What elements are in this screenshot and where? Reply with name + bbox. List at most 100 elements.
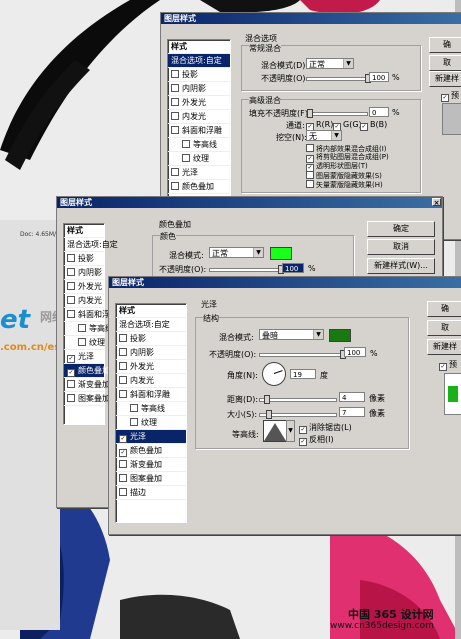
style-item[interactable]: 图案叠加 bbox=[116, 472, 186, 486]
dialog-title-bar[interactable]: 图层样式 bbox=[161, 13, 461, 24]
slider-thumb[interactable] bbox=[266, 410, 272, 419]
style-item[interactable]: 投影 bbox=[64, 252, 104, 266]
ok-button[interactable]: 确 bbox=[427, 301, 461, 317]
cancel-button[interactable]: 取消 bbox=[367, 239, 435, 255]
style-item[interactable]: ✓ 光泽 bbox=[64, 350, 104, 364]
antialias-checkbox[interactable]: ✓ 消除锯齿(L) bbox=[299, 422, 352, 434]
style-item[interactable]: ✓ 颜色叠加 bbox=[116, 444, 186, 458]
preview-checkbox[interactable]: ✓ 预 bbox=[441, 90, 459, 102]
checkbox-icon[interactable] bbox=[119, 376, 127, 384]
knockout-select[interactable]: 无 ▼ bbox=[306, 130, 342, 141]
contour-picker[interactable] bbox=[263, 420, 287, 442]
fill-opacity-slider[interactable] bbox=[306, 109, 368, 118]
style-item[interactable]: 混合选项:自定 bbox=[116, 318, 186, 332]
ok-button[interactable]: 确 bbox=[429, 37, 461, 53]
invert-checkbox[interactable]: ✓ 反相(I) bbox=[299, 434, 334, 446]
contour-dropdown[interactable]: ▼ bbox=[286, 420, 295, 442]
style-item[interactable]: 投影 bbox=[168, 68, 230, 82]
checkbox-icon[interactable] bbox=[171, 182, 179, 190]
opacity-input[interactable]: 100 bbox=[344, 347, 366, 357]
cancel-button[interactable]: 取 bbox=[429, 55, 461, 71]
size-input[interactable]: 7 bbox=[339, 407, 365, 417]
checkbox-icon[interactable] bbox=[119, 348, 127, 356]
style-item[interactable]: 外发光 bbox=[116, 360, 186, 374]
checkbox-icon[interactable] bbox=[67, 394, 75, 402]
dialog-title-bar[interactable]: 图层样式 × bbox=[57, 197, 442, 208]
preview-checkbox[interactable]: ✓ 预 bbox=[439, 359, 457, 371]
opacity-input[interactable]: 100 bbox=[282, 263, 304, 273]
checkbox-icon[interactable] bbox=[182, 154, 190, 162]
blend-mode-select[interactable]: 正常 ▼ bbox=[209, 247, 264, 258]
style-item[interactable]: 等高线 bbox=[116, 402, 186, 416]
checkbox-checked-icon[interactable]: ✓ bbox=[119, 435, 127, 443]
new-style-button[interactable]: 新建样式(W)... bbox=[367, 258, 435, 274]
checkbox-checked-icon[interactable]: ✓ bbox=[119, 449, 127, 457]
style-item[interactable]: 内发光 bbox=[64, 294, 104, 308]
style-item[interactable]: 纹理 bbox=[64, 336, 105, 350]
checkbox-icon[interactable] bbox=[119, 460, 127, 468]
checkbox-checked-icon[interactable]: ✓ bbox=[67, 355, 75, 363]
style-item[interactable]: 内发光 bbox=[116, 374, 186, 388]
opacity-slider[interactable] bbox=[259, 350, 346, 359]
channel-b[interactable]: ✓ B(B) bbox=[360, 120, 387, 131]
opacity-slider[interactable] bbox=[306, 74, 371, 83]
style-item[interactable]: 描边 bbox=[116, 486, 186, 500]
style-item[interactable]: 等高线 bbox=[64, 322, 113, 336]
checkbox-icon[interactable] bbox=[119, 474, 127, 482]
dialog-title-bar[interactable]: 图层样式 bbox=[109, 277, 461, 288]
checkbox-icon[interactable] bbox=[67, 296, 75, 304]
style-item[interactable]: 等高线 bbox=[168, 138, 230, 152]
style-item[interactable]: 内阴影 bbox=[64, 266, 104, 280]
checkbox-icon[interactable] bbox=[119, 488, 127, 496]
checkbox-icon[interactable] bbox=[67, 268, 75, 276]
checkbox-checked-icon[interactable]: ✓ bbox=[67, 369, 75, 377]
checkbox-icon[interactable] bbox=[119, 390, 127, 398]
checkbox-icon[interactable] bbox=[130, 404, 138, 412]
style-item[interactable]: 混合选项:自定 bbox=[168, 54, 230, 68]
fill-opacity-input[interactable]: 0 bbox=[369, 107, 389, 117]
distance-slider[interactable] bbox=[259, 395, 337, 404]
checkbox-icon[interactable] bbox=[171, 70, 179, 78]
checkbox-icon[interactable] bbox=[171, 126, 179, 134]
style-item[interactable]: 混合选项:自定 bbox=[64, 238, 118, 252]
style-item[interactable]: 纹理 bbox=[168, 152, 230, 166]
style-item[interactable]: 斜面和浮雕 bbox=[64, 308, 118, 322]
checkbox-icon[interactable] bbox=[67, 310, 75, 318]
style-item[interactable]: 内阴影 bbox=[168, 82, 230, 96]
style-item[interactable]: 内阴影 bbox=[116, 346, 186, 360]
blend-mode-select[interactable]: 正常 ▼ bbox=[306, 58, 354, 69]
new-style-button[interactable]: 新建样 bbox=[429, 71, 461, 87]
style-item[interactable]: 渐变叠加 bbox=[116, 458, 186, 472]
advanced-option-checkbox[interactable]: 图层蒙版隐藏效果(S) bbox=[306, 171, 389, 180]
angle-dial[interactable] bbox=[262, 362, 286, 386]
size-slider[interactable] bbox=[259, 410, 337, 419]
checkbox-icon[interactable] bbox=[171, 84, 179, 92]
style-item[interactable]: 投影 bbox=[116, 332, 186, 346]
opacity-input[interactable]: 100 bbox=[369, 72, 389, 82]
checkbox-icon[interactable] bbox=[78, 324, 86, 332]
distance-input[interactable]: 4 bbox=[339, 392, 365, 402]
angle-input[interactable]: 19 bbox=[290, 369, 316, 379]
checkbox-icon[interactable] bbox=[171, 98, 179, 106]
slider-thumb[interactable] bbox=[307, 109, 313, 118]
blend-mode-select[interactable]: 叠暗 ▼ bbox=[259, 329, 324, 340]
style-item[interactable]: 斜面和浮雕 bbox=[116, 388, 186, 402]
checkbox-icon[interactable] bbox=[67, 282, 75, 290]
overlay-color-swatch[interactable] bbox=[270, 247, 292, 260]
style-item[interactable]: 图案叠加 bbox=[64, 392, 110, 406]
style-item[interactable]: ✓ 颜色叠加 bbox=[64, 364, 110, 378]
checkbox-icon[interactable] bbox=[130, 418, 138, 426]
style-item[interactable]: 光泽 bbox=[168, 166, 230, 180]
checkbox-icon[interactable] bbox=[171, 112, 179, 120]
style-item[interactable]: 外发光 bbox=[64, 280, 104, 294]
advanced-option-checkbox[interactable]: 将内部效果混合成组(I) bbox=[306, 144, 389, 153]
checkbox-icon[interactable] bbox=[119, 362, 127, 370]
checkbox-icon[interactable] bbox=[119, 334, 127, 342]
checkbox-icon[interactable] bbox=[78, 338, 86, 346]
style-item[interactable]: ✓ 光泽 bbox=[116, 430, 186, 444]
close-icon[interactable]: × bbox=[432, 198, 441, 207]
style-item[interactable]: 纹理 bbox=[116, 416, 186, 430]
advanced-option-checkbox[interactable]: ✓ 透明形状图层(T) bbox=[306, 162, 389, 172]
style-item[interactable]: 渐变叠加 bbox=[64, 378, 110, 392]
advanced-option-checkbox[interactable]: ✓ 将剪贴图层混合成组(P) bbox=[306, 153, 389, 163]
